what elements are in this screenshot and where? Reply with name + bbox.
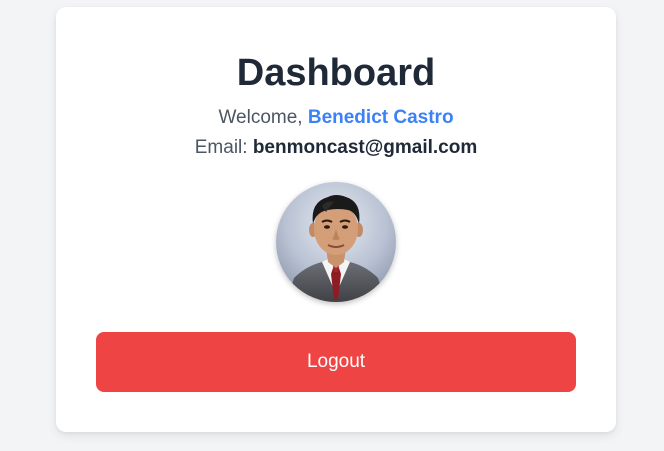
page-title: Dashboard	[236, 52, 436, 94]
logout-button[interactable]: Logout	[96, 332, 576, 392]
avatar	[276, 182, 396, 302]
email-value: benmoncast@gmail.com	[252, 137, 478, 158]
profile-photo-icon	[276, 182, 396, 302]
dashboard-card: Dashboard Welcome, Benedict Castro Email…	[56, 7, 616, 432]
welcome-prefix: Welcome,	[218, 107, 308, 128]
user-name: Benedict Castro	[307, 107, 454, 128]
welcome-message: Welcome, Benedict Castro	[56, 105, 616, 131]
email-label: Email:	[194, 137, 253, 158]
email-line: Email: benmoncast@gmail.com	[56, 135, 616, 161]
